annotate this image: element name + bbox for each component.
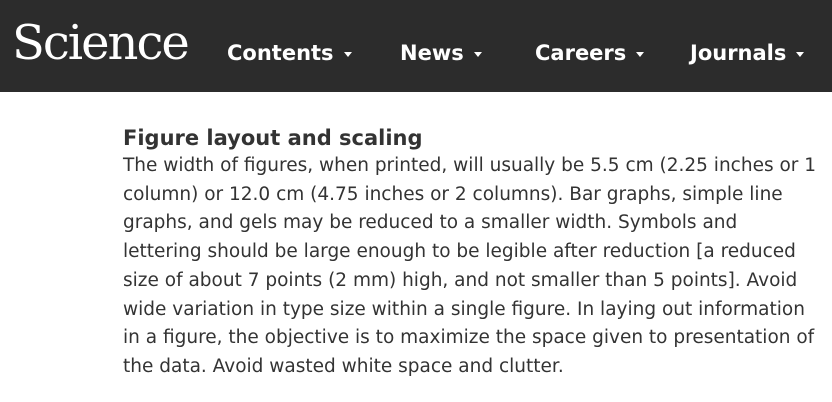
body-line: in a figure, the objective is to maximiz… xyxy=(123,327,815,349)
body-line: The width of figures, when printed, will… xyxy=(123,155,817,176)
body-line: lettering should be large enough to be l… xyxy=(123,241,796,263)
nav-item-label: Journals xyxy=(690,41,787,65)
section-body: The width of figures, when printed, will… xyxy=(123,152,817,382)
nav-item-label: Careers xyxy=(535,41,627,65)
section-heading: Figure layout and scaling xyxy=(123,126,423,150)
body-line: size of about 7 points (2 mm) high, and … xyxy=(123,269,798,291)
nav-item-label: Contents xyxy=(227,41,334,65)
chevron-down-icon xyxy=(473,52,482,57)
nav-item-label: News xyxy=(400,41,464,65)
body-line: graphs, and gels may be reduced to a sma… xyxy=(123,212,738,234)
nav-item-careers[interactable]: Careers xyxy=(535,38,645,68)
chevron-down-icon xyxy=(796,52,805,57)
nav-item-news[interactable]: News xyxy=(400,38,482,68)
nav-item-contents[interactable]: Contents xyxy=(227,38,352,68)
nav-item-journals[interactable]: Journals xyxy=(690,38,805,68)
top-navigation-bar: Science Contents News Careers Journals xyxy=(0,0,832,92)
body-line: wide variation in type size within a sin… xyxy=(123,298,805,320)
chevron-down-icon xyxy=(343,52,352,57)
body-line: the data. Avoid wasted white space and c… xyxy=(123,355,564,377)
chevron-down-icon xyxy=(636,52,645,57)
article-section: Figure layout and scaling The width of f… xyxy=(123,124,817,382)
science-logo[interactable]: Science xyxy=(12,8,190,78)
body-line: column) or 12.0 cm (4.75 inches or 2 col… xyxy=(123,183,783,205)
